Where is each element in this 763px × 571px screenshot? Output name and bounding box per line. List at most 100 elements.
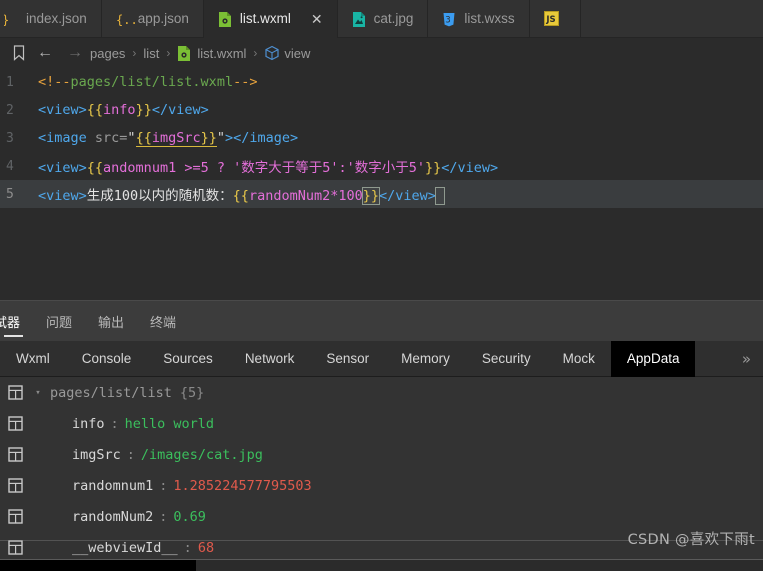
attribute-name: src= xyxy=(94,130,128,146)
appdata-colon: : xyxy=(159,477,168,494)
panel-tab-label: 输出 xyxy=(98,315,125,331)
appdata-key: imgSrc xyxy=(72,446,121,463)
bookmark-icon[interactable] xyxy=(8,42,30,64)
devtools-tab-sensor[interactable]: Sensor xyxy=(310,341,385,377)
comment-text: pages/list/list.wxml xyxy=(70,74,234,90)
code-line-active[interactable]: 5 <view>生成100以内的随机数：{{randomNum2*100}}</… xyxy=(0,180,763,208)
editor-tab-app-json[interactable]: {..} app.json xyxy=(102,0,204,38)
devtools-tab-sources[interactable]: Sources xyxy=(147,341,229,377)
appdata-colon: : xyxy=(159,508,168,525)
tag-close: </image> xyxy=(233,130,299,146)
panel-icon xyxy=(0,478,30,493)
panel-icon xyxy=(0,509,30,524)
line-number: 5 xyxy=(6,186,14,202)
breadcrumb-separator: › xyxy=(166,46,171,60)
bottom-status-bar xyxy=(0,559,763,571)
editor-tab-js[interactable]: JS xyxy=(530,0,581,38)
mustache-close: }} xyxy=(424,160,442,176)
mustache-open: {{ xyxy=(135,130,152,146)
horizontal-scrollbar-thumb[interactable] xyxy=(0,560,196,571)
svg-text:}: } xyxy=(4,13,9,27)
code-line[interactable]: 2 <view>{{info}}</view> xyxy=(0,96,763,124)
tag-open: <view> xyxy=(38,188,87,204)
cube-icon xyxy=(264,45,280,62)
devtools-tab-label: Wxml xyxy=(16,351,50,366)
quote: " xyxy=(127,130,136,146)
devtools-tab-wxml[interactable]: Wxml xyxy=(0,341,66,377)
appdata-colon: : xyxy=(110,415,119,432)
panel-tab-terminal[interactable]: 终端 xyxy=(137,301,189,341)
breadcrumb-bar: ← → pages › list › list.wxml › view xyxy=(0,38,763,68)
devtools-tab-label: Network xyxy=(244,351,295,366)
tag-gt: > xyxy=(225,130,234,146)
appdata-row[interactable]: imgSrc : /images/cat.jpg xyxy=(0,439,763,470)
tag-open: <view> xyxy=(38,160,87,176)
nav-forward-button[interactable]: → xyxy=(60,44,90,62)
css-file-icon: 3 xyxy=(442,11,456,28)
image-file-icon xyxy=(352,11,366,28)
devtools-tab-memory[interactable]: Memory xyxy=(385,341,466,377)
editor-tab-index-json[interactable]: } index.json xyxy=(0,0,102,38)
editor-tab-list-wxss[interactable]: 3 list.wxss xyxy=(428,0,530,38)
editor-tab-list-wxml[interactable]: list.wxml ✕ xyxy=(203,0,338,38)
watermark: CSDN @喜欢下雨t xyxy=(627,532,755,548)
devtools-tab-bar: Wxml Console Sources Network Sensor Memo… xyxy=(0,340,763,377)
appdata-value: 1.285224577795503 xyxy=(173,477,312,494)
json-file-icon: } xyxy=(4,11,18,28)
appdata-key: randomnum1 xyxy=(72,477,154,494)
svg-text:{..}: {..} xyxy=(116,13,136,27)
devtools-tab-label: Memory xyxy=(401,351,450,366)
appdata-colon: : xyxy=(126,446,135,463)
breadcrumb-item-list-wxml[interactable]: list.wxml xyxy=(177,45,246,62)
expression: andomnum1 >=5 ? '数字大于等于5':'数字小于5' xyxy=(103,160,425,176)
tag-open: <view> xyxy=(38,102,87,118)
close-icon[interactable]: ✕ xyxy=(311,12,323,26)
line-number: 3 xyxy=(6,130,14,146)
code-line[interactable]: 3 <image src="{{imgSrc}}"></image> xyxy=(0,124,763,152)
bracket-match-marker xyxy=(434,187,446,205)
appdata-row[interactable]: info : hello world xyxy=(0,408,763,439)
appdata-key: info xyxy=(72,415,105,432)
nav-back-button[interactable]: ← xyxy=(30,44,60,62)
panel-icon xyxy=(0,385,30,400)
panel-tab-debugger[interactable]: 试器 xyxy=(0,301,33,341)
code-line[interactable]: 4 <view>{{andomnum1 >=5 ? '数字大于等于5':'数字小… xyxy=(0,152,763,180)
comment-open: <!-- xyxy=(38,74,71,90)
appdata-root-row[interactable]: ▾ pages/list/list {5} xyxy=(0,377,763,408)
tag-close: </view> xyxy=(441,160,499,176)
panel-tab-problems[interactable]: 问题 xyxy=(33,301,85,341)
breadcrumb-label: list.wxml xyxy=(197,45,247,61)
devtools-tab-network[interactable]: Network xyxy=(229,341,311,377)
appdata-value: /images/cat.jpg xyxy=(140,446,263,463)
tag-close: </view> xyxy=(151,102,209,118)
code-content: <image src="{{imgSrc}}"></image> xyxy=(26,130,299,147)
tab-label: app.json xyxy=(137,11,189,27)
panel-tab-output[interactable]: 输出 xyxy=(85,301,137,341)
breadcrumb-item-list[interactable]: list xyxy=(143,46,159,61)
breadcrumb-label: list xyxy=(143,45,160,61)
appdata-value: 68 xyxy=(197,539,215,556)
devtools-tab-security[interactable]: Security xyxy=(466,341,547,377)
devtools-tab-mock[interactable]: Mock xyxy=(547,341,611,377)
code-editor[interactable]: 1 <!--pages/list/list.wxml--> 2 <view>{{… xyxy=(0,68,763,300)
panel-icon xyxy=(0,416,30,431)
panel-icon xyxy=(0,540,30,555)
devtools-tab-appdata[interactable]: AppData xyxy=(610,340,696,377)
devtools-tab-label: Security xyxy=(481,351,531,366)
breadcrumb-item-view[interactable]: view xyxy=(264,45,310,62)
breadcrumb-separator: › xyxy=(132,46,137,60)
devtools-tab-console[interactable]: Console xyxy=(66,341,148,377)
chevron-more-icon[interactable]: » xyxy=(730,341,763,377)
appdata-root-label: pages/list/list xyxy=(50,384,172,401)
code-content: <view>{{andomnum1 >=5 ? '数字大于等于5':'数字小于5… xyxy=(26,156,498,176)
mustache-open: {{ xyxy=(86,160,104,176)
mustache-close: }} xyxy=(361,187,381,205)
code-line[interactable]: 1 <!--pages/list/list.wxml--> xyxy=(0,68,763,96)
breadcrumb-item-pages[interactable]: pages xyxy=(90,46,125,61)
appdata-row[interactable]: randomnum1 : 1.285224577795503 xyxy=(0,470,763,501)
chevron-down-icon[interactable]: ▾ xyxy=(30,388,46,398)
tab-label: list.wxss xyxy=(464,11,515,27)
appdata-value: hello world xyxy=(124,415,215,432)
editor-tab-cat-jpg[interactable]: cat.jpg xyxy=(338,0,429,38)
appdata-value: 0.69 xyxy=(173,508,206,525)
